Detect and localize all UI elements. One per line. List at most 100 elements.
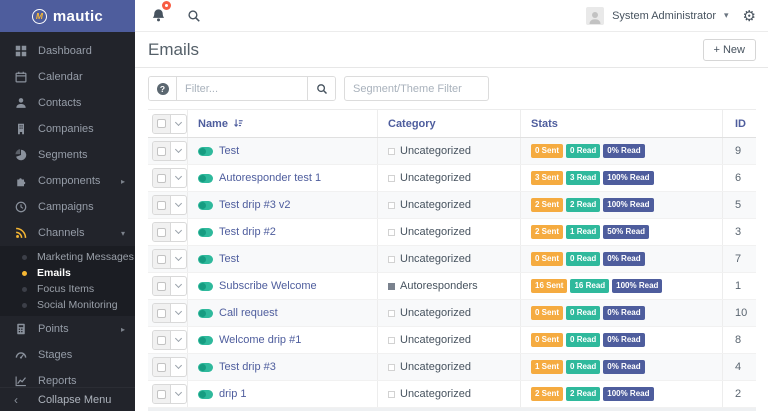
sent-badge: 0 Sent [531, 144, 563, 158]
publish-toggle-icon[interactable] [198, 390, 213, 399]
collapse-menu-button[interactable]: ‹ Collapse Menu [0, 387, 135, 411]
row-actions-dropdown[interactable] [171, 358, 186, 376]
sidebar-item-companies[interactable]: Companies [0, 116, 135, 142]
row-actions-dropdown[interactable] [171, 385, 186, 403]
email-name-link[interactable]: Test [219, 145, 239, 157]
row-actions-dropdown[interactable] [171, 115, 186, 133]
sidebar-item-calendar[interactable]: Calendar [0, 64, 135, 90]
checkbox[interactable] [153, 142, 171, 160]
sidebar-item-campaigns[interactable]: Campaigns [0, 194, 135, 220]
chevron-down-icon [175, 281, 182, 288]
column-header-id[interactable]: ID [723, 110, 756, 137]
sidebar-item-points[interactable]: Points▸ [0, 316, 135, 342]
row-checkbox-group[interactable] [152, 222, 187, 242]
email-name-link[interactable]: Subscribe Welcome [219, 280, 317, 292]
row-actions-dropdown[interactable] [171, 277, 186, 295]
publish-toggle-icon[interactable] [198, 363, 213, 372]
email-name-link[interactable]: Welcome drip #1 [219, 334, 301, 346]
email-name-link[interactable]: Test [219, 253, 239, 265]
email-name-link[interactable]: drip 1 [219, 388, 247, 400]
row-checkbox-group[interactable] [152, 357, 187, 377]
email-name-link[interactable]: Test drip #2 [219, 226, 276, 238]
row-checkbox-group[interactable] [152, 276, 187, 296]
checkbox[interactable] [153, 169, 171, 187]
brand-logo[interactable]: M mautic [0, 0, 135, 32]
select-all-checkbox-group[interactable] [152, 114, 187, 134]
contacts-icon [14, 97, 28, 109]
search-icon [316, 83, 328, 95]
row-checkbox-group[interactable] [152, 303, 187, 323]
column-header-category[interactable]: Category [378, 110, 521, 137]
global-search-button[interactable] [183, 5, 205, 27]
sidebar-item-dashboard[interactable]: Dashboard [0, 38, 135, 64]
row-actions-dropdown[interactable] [171, 331, 186, 349]
row-checkbox-group[interactable] [152, 141, 187, 161]
column-header-stats[interactable]: Stats [521, 110, 723, 137]
stats-cell: 0 Sent0 Read0% Read [521, 327, 723, 353]
email-name-link[interactable]: Call request [219, 307, 278, 319]
sidebar-subitem-emails[interactable]: Emails [0, 265, 135, 281]
row-actions-dropdown[interactable] [171, 250, 186, 268]
row-actions-dropdown[interactable] [171, 223, 186, 241]
collapse-icon: ‹ [14, 393, 28, 407]
filter-help-button[interactable]: ? [149, 77, 177, 100]
row-actions-dropdown[interactable] [171, 196, 186, 214]
user-menu[interactable]: System Administrator [612, 10, 716, 22]
checkbox[interactable] [153, 331, 171, 349]
sidebar-subitem-focus-items[interactable]: Focus Items [0, 281, 135, 297]
row-actions-dropdown[interactable] [171, 142, 186, 160]
sidebar-item-channels[interactable]: Channels▾ [0, 220, 135, 246]
stats-cell: 16 Sent16 Read100% Read [521, 273, 723, 299]
sidebar-item-components[interactable]: Components▸ [0, 168, 135, 194]
caret-down-icon[interactable]: ▾ [724, 10, 729, 21]
email-name-link[interactable]: Autoresponder test 1 [219, 172, 321, 184]
new-email-button[interactable]: + New [703, 39, 757, 61]
checkbox-box [157, 147, 166, 156]
checkbox[interactable] [153, 250, 171, 268]
sort-amount-icon [233, 118, 244, 129]
email-name-link[interactable]: Test drip #3 [219, 361, 276, 373]
row-checkbox-group[interactable] [152, 330, 187, 350]
sidebar-item-segments[interactable]: Segments [0, 142, 135, 168]
checkbox[interactable] [153, 223, 171, 241]
email-name-link[interactable]: Test drip #3 v2 [219, 199, 291, 211]
row-actions-dropdown[interactable] [171, 169, 186, 187]
publish-toggle-icon[interactable] [198, 228, 213, 237]
checkbox[interactable] [153, 385, 171, 403]
sidebar-item-stages[interactable]: Stages [0, 342, 135, 368]
gear-icon[interactable]: ⚙ [743, 7, 756, 25]
filter-search-button[interactable] [307, 77, 335, 100]
checkbox[interactable] [153, 304, 171, 322]
row-actions-dropdown[interactable] [171, 304, 186, 322]
pct-badge: 0% Read [603, 333, 644, 347]
stats-cell: 1 Sent0 Read0% Read [521, 354, 723, 380]
publish-toggle-icon[interactable] [198, 309, 213, 318]
sidebar-item-reports[interactable]: Reports [0, 368, 135, 387]
notifications-button[interactable] [147, 5, 169, 27]
sidebar-item-contacts[interactable]: Contacts [0, 90, 135, 116]
row-checkbox-group[interactable] [152, 168, 187, 188]
checkbox-box [157, 174, 166, 183]
sidebar-subitem-social-monitoring[interactable]: Social Monitoring [0, 297, 135, 313]
filter-input[interactable] [177, 77, 307, 100]
segment-theme-filter-input[interactable] [344, 76, 489, 101]
checkbox[interactable] [153, 115, 171, 133]
category-cell: Uncategorized [378, 381, 521, 407]
row-checkbox-group[interactable] [152, 384, 187, 404]
row-checkbox-group[interactable] [152, 195, 187, 215]
publish-toggle-icon[interactable] [198, 174, 213, 183]
sidebar-subitem-marketing-messages[interactable]: Marketing Messages [0, 249, 135, 265]
row-checkbox-group[interactable] [152, 249, 187, 269]
checkbox[interactable] [153, 358, 171, 376]
publish-toggle-icon[interactable] [198, 147, 213, 156]
checkbox[interactable] [153, 196, 171, 214]
checkbox[interactable] [153, 277, 171, 295]
points-icon [14, 323, 28, 335]
sent-badge: 2 Sent [531, 225, 563, 239]
publish-toggle-icon[interactable] [198, 255, 213, 264]
publish-toggle-icon[interactable] [198, 201, 213, 210]
publish-toggle-icon[interactable] [198, 282, 213, 291]
publish-toggle-icon[interactable] [198, 336, 213, 345]
avatar[interactable] [586, 7, 604, 25]
column-header-name[interactable]: Name [188, 110, 378, 137]
